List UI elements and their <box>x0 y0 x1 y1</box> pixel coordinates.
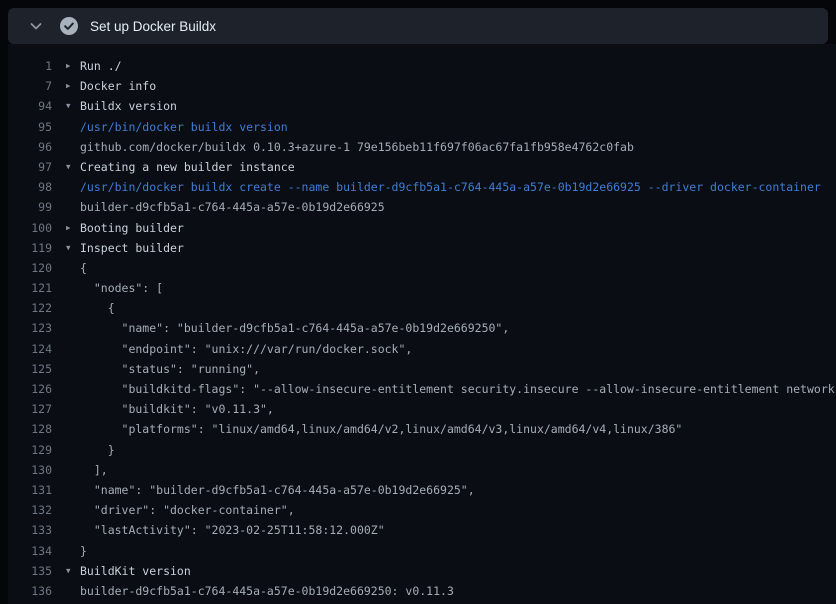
line-number[interactable]: 134 <box>8 541 52 561</box>
log-row: 125 "status": "running", <box>8 359 836 379</box>
log-line-text: ], <box>80 460 836 480</box>
line-number[interactable]: 135 <box>8 561 52 581</box>
line-number[interactable]: 127 <box>8 399 52 419</box>
log-row: 95 /usr/bin/docker buildx version <box>8 117 836 137</box>
log-line-text: "nodes": [ <box>80 278 836 298</box>
log-line-text: "status": "running", <box>80 359 836 379</box>
line-number[interactable]: 136 <box>8 581 52 601</box>
log-line-text: "driver": "docker-container", <box>80 500 836 520</box>
line-number[interactable]: 120 <box>8 258 52 278</box>
log-line-text: } <box>80 440 836 460</box>
line-number[interactable]: 96 <box>8 137 52 157</box>
group-collapsed-arrow-icon: ▶ <box>66 218 80 238</box>
log-row: 124 "endpoint": "unix:///var/run/docker.… <box>8 339 836 359</box>
log-group-row[interactable]: 119 ▼ Inspect builder <box>8 238 836 258</box>
line-number[interactable]: 131 <box>8 480 52 500</box>
log-row: 131 "name": "builder-d9cfb5a1-c764-445a-… <box>8 480 836 500</box>
line-number[interactable]: 97 <box>8 157 52 177</box>
step-title: Set up Docker Buildx <box>90 19 216 34</box>
log-group-row[interactable]: 100 ▶ Booting builder <box>8 218 836 238</box>
log-row: 120 { <box>8 258 836 278</box>
line-number[interactable]: 94 <box>8 96 52 116</box>
log-group-row[interactable]: 97 ▼ Creating a new builder instance <box>8 157 836 177</box>
log-line-text: BuildKit version <box>80 561 836 581</box>
line-number[interactable]: 132 <box>8 500 52 520</box>
log-row: 96 github.com/docker/buildx 0.10.3+azure… <box>8 137 836 157</box>
line-number[interactable]: 128 <box>8 419 52 439</box>
line-number[interactable]: 133 <box>8 520 52 540</box>
log-group-row[interactable]: 7 ▶ Docker info <box>8 76 836 96</box>
check-circle-icon <box>60 17 78 35</box>
log-row: 136 builder-d9cfb5a1-c764-445a-a57e-0b19… <box>8 581 836 601</box>
log-line-text: "name": "builder-d9cfb5a1-c764-445a-a57e… <box>80 318 836 338</box>
log-line-text: Docker info <box>80 76 836 96</box>
line-number[interactable]: 123 <box>8 318 52 338</box>
log-row: 99 builder-d9cfb5a1-c764-445a-a57e-0b19d… <box>8 197 836 217</box>
log-row: 130 ], <box>8 460 836 480</box>
line-number[interactable]: 100 <box>8 218 52 238</box>
log-row: 122 { <box>8 298 836 318</box>
log-line-text: Inspect builder <box>80 238 836 258</box>
line-number[interactable]: 124 <box>8 339 52 359</box>
log-line-text: Creating a new builder instance <box>80 157 836 177</box>
line-number[interactable]: 130 <box>8 460 52 480</box>
log-row: 134 } <box>8 541 836 561</box>
log-line-text: "buildkit": "v0.11.3", <box>80 399 836 419</box>
log-row: 133 "lastActivity": "2023-02-25T11:58:12… <box>8 520 836 540</box>
log-group-row[interactable]: 135 ▼ BuildKit version <box>8 561 836 581</box>
log-group-row[interactable]: 1 ▶ Run ./ <box>8 56 836 76</box>
log-row: 126 "buildkitd-flags": "--allow-insecure… <box>8 379 836 399</box>
log-line-text: { <box>80 258 836 278</box>
line-number[interactable]: 125 <box>8 359 52 379</box>
line-number[interactable]: 1 <box>8 56 52 76</box>
log-line-text: builder-d9cfb5a1-c764-445a-a57e-0b19d2e6… <box>80 581 836 601</box>
log-line-text: /usr/bin/docker buildx create --name bui… <box>80 177 836 197</box>
log-line-text: builder-d9cfb5a1-c764-445a-a57e-0b19d2e6… <box>80 197 836 217</box>
chevron-down-icon[interactable] <box>28 18 44 34</box>
log-row: 132 "driver": "docker-container", <box>8 500 836 520</box>
group-expanded-arrow-icon: ▼ <box>66 96 80 116</box>
log-row: 98 /usr/bin/docker buildx create --name … <box>8 177 836 197</box>
log-line-text: } <box>80 541 836 561</box>
log-row: 123 "name": "builder-d9cfb5a1-c764-445a-… <box>8 318 836 338</box>
log-line-text: "name": "builder-d9cfb5a1-c764-445a-a57e… <box>80 480 836 500</box>
line-number[interactable]: 129 <box>8 440 52 460</box>
log-row: 127 "buildkit": "v0.11.3", <box>8 399 836 419</box>
line-number[interactable]: 119 <box>8 238 52 258</box>
log-line-text: "buildkitd-flags": "--allow-insecure-ent… <box>80 379 836 399</box>
line-number[interactable]: 95 <box>8 117 52 137</box>
line-number[interactable]: 122 <box>8 298 52 318</box>
log-row: 121 "nodes": [ <box>8 278 836 298</box>
log-line-text: "platforms": "linux/amd64,linux/amd64/v2… <box>80 419 836 439</box>
log-line-text: /usr/bin/docker buildx version <box>80 117 836 137</box>
line-number[interactable]: 7 <box>8 76 52 96</box>
log-line-text: Run ./ <box>80 56 836 76</box>
log-line-text: { <box>80 298 836 318</box>
step-header[interactable]: Set up Docker Buildx <box>8 8 828 44</box>
group-collapsed-arrow-icon: ▶ <box>66 56 80 76</box>
log-row: 128 "platforms": "linux/amd64,linux/amd6… <box>8 419 836 439</box>
log-line-text: github.com/docker/buildx 0.10.3+azure-1 … <box>80 137 836 157</box>
log-line-text: Buildx version <box>80 96 836 116</box>
line-number[interactable]: 126 <box>8 379 52 399</box>
line-number[interactable]: 99 <box>8 197 52 217</box>
log-group-row[interactable]: 94 ▼ Buildx version <box>8 96 836 116</box>
group-collapsed-arrow-icon: ▶ <box>66 76 80 96</box>
group-expanded-arrow-icon: ▼ <box>66 157 80 177</box>
line-number[interactable]: 121 <box>8 278 52 298</box>
group-expanded-arrow-icon: ▼ <box>66 238 80 258</box>
log-viewer: 1 ▶ Run ./ 7 ▶ Docker info 94 ▼ Buildx v… <box>8 44 836 604</box>
log-line-text: Booting builder <box>80 218 836 238</box>
log-row: 129 } <box>8 440 836 460</box>
line-number[interactable]: 98 <box>8 177 52 197</box>
log-line-text: "lastActivity": "2023-02-25T11:58:12.000… <box>80 520 836 540</box>
group-expanded-arrow-icon: ▼ <box>66 561 80 581</box>
log-line-text: "endpoint": "unix:///var/run/docker.sock… <box>80 339 836 359</box>
